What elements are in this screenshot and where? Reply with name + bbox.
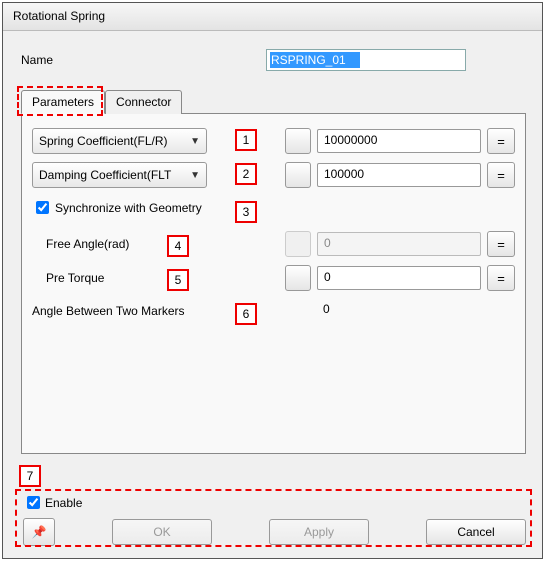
tab-parameters[interactable]: Parameters: [21, 90, 105, 114]
tab-content-parameters: Spring Coefficient(FL/R) ▼ 10000000 = Da…: [21, 114, 526, 454]
ok-button: OK: [112, 519, 212, 545]
apply-button: Apply: [269, 519, 369, 545]
enable-label: Enable: [45, 496, 82, 510]
pre-torque-picker-button[interactable]: [285, 265, 311, 291]
row-free-angle: Free Angle(rad) 0 =: [32, 231, 515, 257]
footer: Enable 📌 OK Apply Cancel: [23, 493, 526, 546]
callout-7: 7: [19, 465, 41, 487]
tab-bar: Parameters Connector: [21, 89, 526, 114]
row-angle-between: Angle Between Two Markers 0: [32, 299, 515, 323]
damping-coefficient-value[interactable]: 100000: [317, 163, 481, 187]
spring-coefficient-value[interactable]: 10000000: [317, 129, 481, 153]
spring-coefficient-equals-button[interactable]: =: [487, 128, 515, 154]
synchronize-checkbox[interactable]: [36, 201, 49, 214]
damping-coefficient-dropdown[interactable]: Damping Coefficient(FLT ▼: [32, 162, 207, 188]
free-angle-label: Free Angle(rad): [46, 237, 221, 251]
dialog-window: Rotational Spring Name Parameters Connec…: [2, 2, 543, 559]
angle-between-value: 0: [317, 299, 481, 323]
row-damping-coefficient: Damping Coefficient(FLT ▼ 100000 =: [32, 162, 515, 188]
free-angle-picker-button: [285, 231, 311, 257]
callout-5: 5: [167, 269, 189, 291]
spring-coefficient-dropdown[interactable]: Spring Coefficient(FL/R) ▼: [32, 128, 207, 154]
damping-coefficient-equals-button[interactable]: =: [487, 162, 515, 188]
tab-parameters-label: Parameters: [32, 95, 94, 109]
content-area: Name Parameters Connector Spring Coeffic…: [3, 31, 542, 558]
spring-coefficient-picker-button[interactable]: [285, 128, 311, 154]
tab-connector-label: Connector: [116, 95, 171, 109]
row-spring-coefficient: Spring Coefficient(FL/R) ▼ 10000000 =: [32, 128, 515, 154]
name-row: Name: [21, 49, 530, 71]
pin-button[interactable]: 📌: [23, 518, 55, 546]
pre-torque-label: Pre Torque: [46, 271, 221, 285]
damping-coefficient-label: Damping Coefficient(FLT: [39, 168, 186, 182]
name-label: Name: [21, 53, 266, 67]
callout-1: 1: [235, 129, 257, 151]
damping-coefficient-picker-button[interactable]: [285, 162, 311, 188]
chevron-down-icon: ▼: [190, 136, 200, 147]
callout-2: 2: [235, 163, 257, 185]
pre-torque-equals-button[interactable]: =: [487, 265, 515, 291]
row-synchronize: Synchronize with Geometry: [32, 198, 515, 217]
window-title: Rotational Spring: [13, 9, 105, 23]
cancel-button[interactable]: Cancel: [426, 519, 526, 545]
button-row: 📌 OK Apply Cancel: [23, 518, 526, 546]
angle-between-label: Angle Between Two Markers: [32, 304, 221, 318]
name-input[interactable]: [266, 49, 466, 71]
pin-icon: 📌: [32, 525, 47, 539]
synchronize-label: Synchronize with Geometry: [55, 201, 202, 215]
callout-6: 6: [235, 303, 257, 325]
free-angle-value: 0: [317, 232, 481, 256]
pre-torque-value[interactable]: 0: [317, 266, 481, 290]
callout-3: 3: [235, 201, 257, 223]
callout-4: 4: [167, 235, 189, 257]
spring-coefficient-label: Spring Coefficient(FL/R): [39, 134, 186, 148]
free-angle-equals-button[interactable]: =: [487, 231, 515, 257]
enable-row: Enable: [23, 493, 526, 512]
titlebar: Rotational Spring: [3, 3, 542, 31]
chevron-down-icon: ▼: [190, 170, 200, 181]
row-pre-torque: Pre Torque 0 =: [32, 265, 515, 291]
enable-checkbox[interactable]: [27, 496, 40, 509]
tab-connector[interactable]: Connector: [105, 90, 182, 114]
